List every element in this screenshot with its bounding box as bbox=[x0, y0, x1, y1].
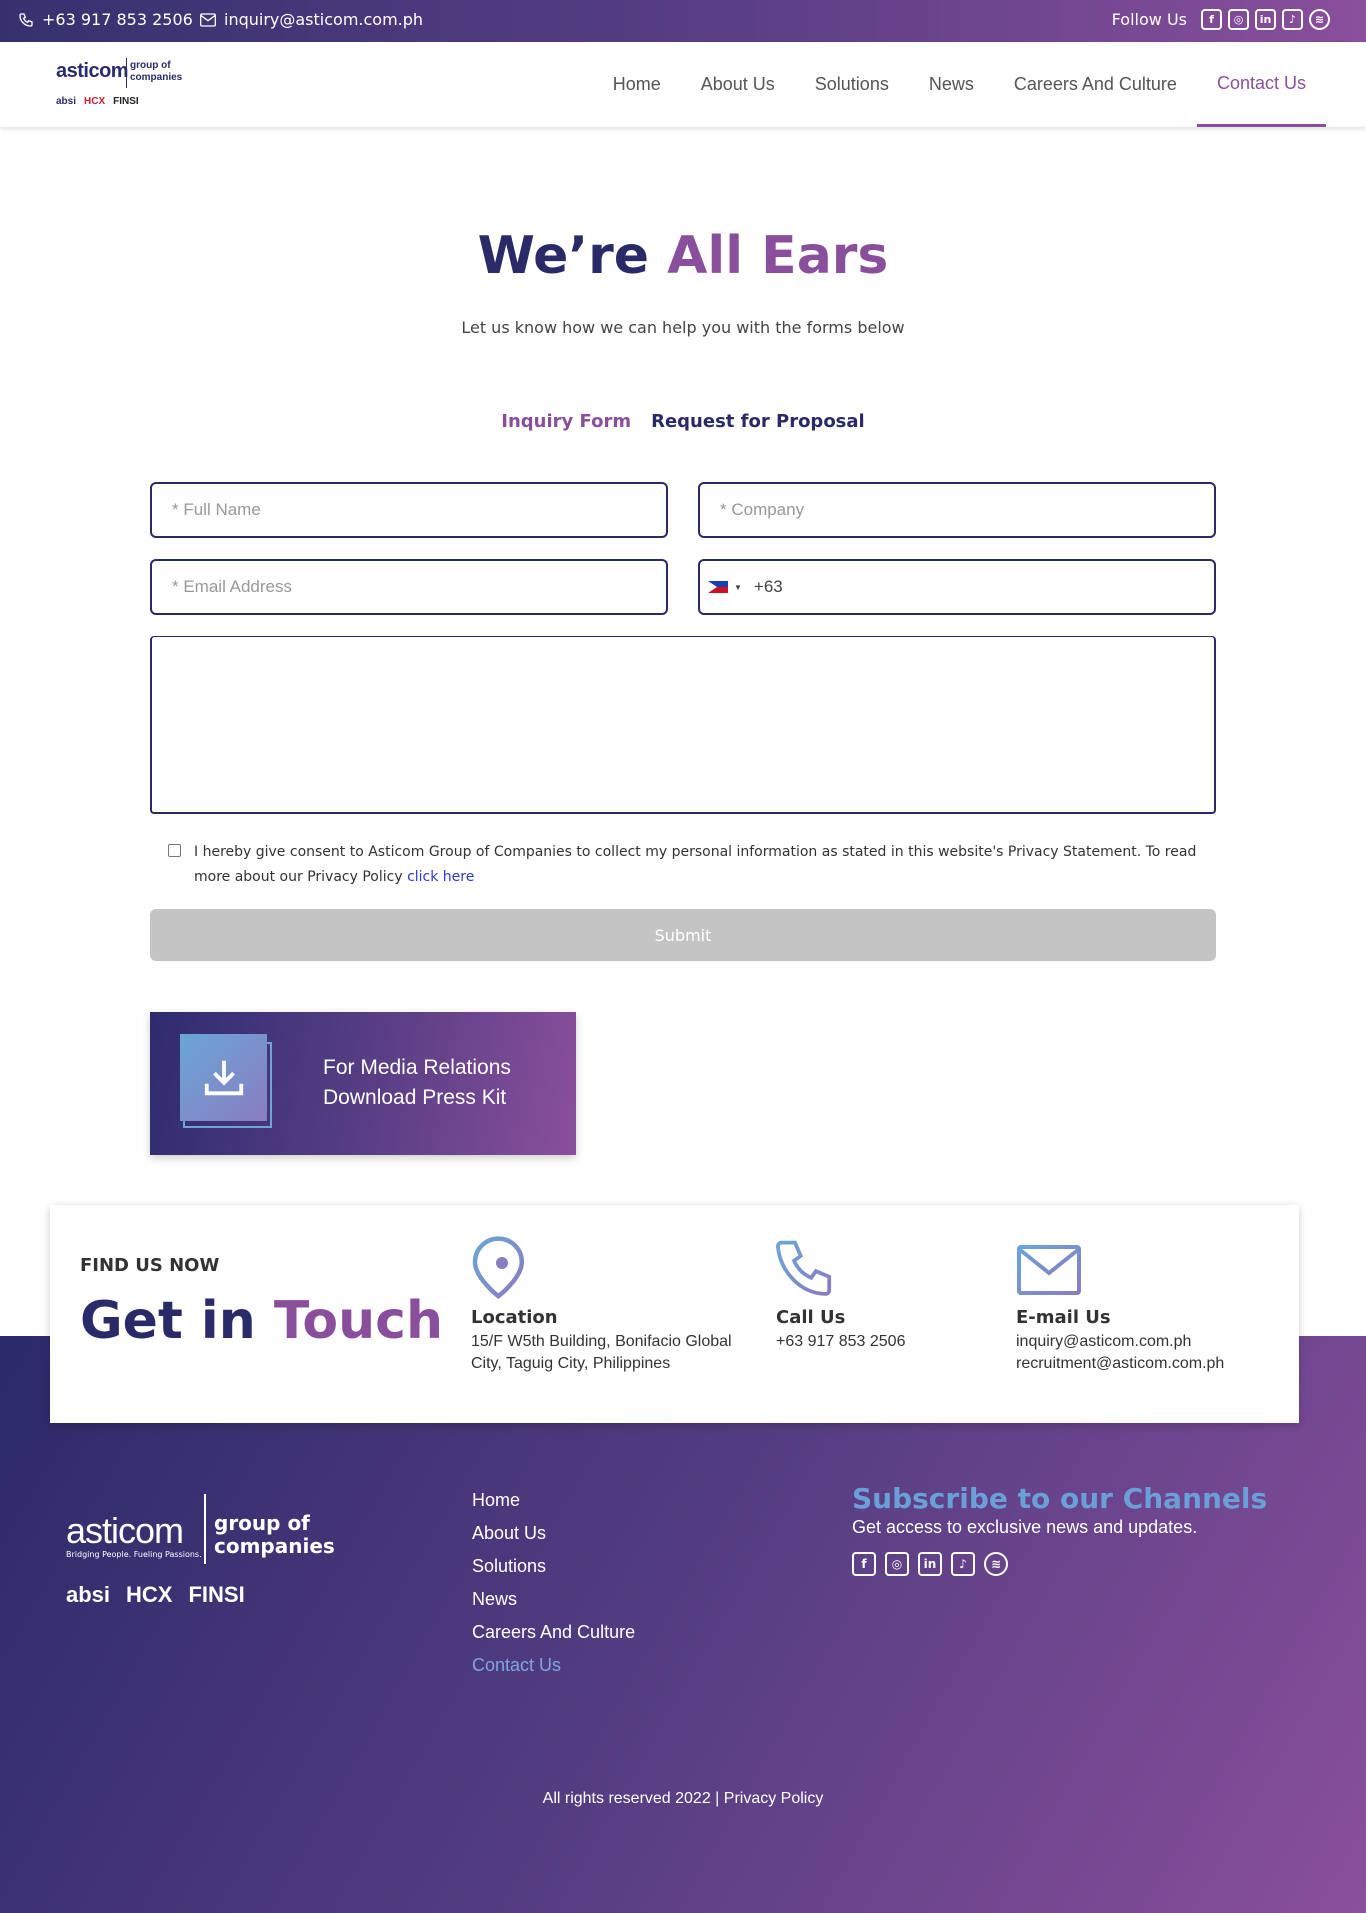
phone-code: +63 bbox=[753, 577, 783, 596]
top-bar: +63 917 853 2506 inquiry@asticom.com.ph … bbox=[0, 0, 1366, 42]
nav-careers[interactable]: Careers And Culture bbox=[994, 42, 1197, 127]
location-value: 15/F W5th Building, Bonifacio Global Cit… bbox=[471, 1333, 732, 1372]
chevron-down-icon[interactable]: ▼ bbox=[734, 583, 742, 592]
main-nav: asticom group of companies absi HCX FINS… bbox=[0, 42, 1366, 127]
subscribe-icons: f ◎ in ♪ ≋ bbox=[852, 1552, 1267, 1576]
footer-logo-group: group of companies bbox=[214, 1511, 335, 1558]
footer-logo-divider bbox=[204, 1494, 206, 1564]
press-kit-banner[interactable]: For Media Relations Download Press Kit bbox=[150, 1012, 576, 1155]
inquiry-email[interactable]: inquiry@asticom.com.ph bbox=[1016, 1331, 1276, 1353]
footer-logo-tagline: Bridging People. Fueling Passions. bbox=[66, 1550, 202, 1559]
find-us-kicker: FIND US NOW bbox=[80, 1255, 220, 1276]
facebook-icon[interactable]: f bbox=[852, 1552, 876, 1576]
phone-icon bbox=[776, 1240, 832, 1296]
get-in-touch-title: Get in Touch bbox=[80, 1291, 444, 1351]
topbar-phone-text: +63 917 853 2506 bbox=[42, 10, 193, 29]
email-input[interactable]: * Email Address bbox=[150, 559, 668, 615]
logo-divider bbox=[126, 58, 127, 88]
footer-link-contact-us[interactable]: Contact Us bbox=[472, 1655, 635, 1676]
absi-logo: absi bbox=[66, 1582, 111, 1607]
topbar-email[interactable]: inquiry@asticom.com.ph bbox=[200, 10, 423, 29]
mail-icon bbox=[200, 12, 216, 27]
call-title: Call Us bbox=[776, 1307, 846, 1328]
page-title: We’re All Ears bbox=[477, 226, 889, 286]
footer-link-home[interactable]: Home bbox=[472, 1490, 635, 1511]
facebook-icon[interactable]: f bbox=[1201, 9, 1222, 30]
follow-label: Follow Us bbox=[1111, 10, 1187, 29]
linkedin-icon[interactable]: in bbox=[918, 1552, 942, 1576]
nav-links: Home About Us Solutions News Careers And… bbox=[593, 42, 1326, 127]
absi-logo: absi bbox=[56, 96, 77, 107]
consent-text: I hereby give consent to Asticom Group o… bbox=[194, 844, 1197, 885]
press-kit-text: For Media Relations Download Press Kit bbox=[323, 1056, 511, 1109]
footer-logo-word: asticom bbox=[66, 1510, 184, 1551]
mail-icon bbox=[1017, 1245, 1081, 1295]
location-title: Location bbox=[471, 1307, 558, 1328]
form-tabs: Inquiry Form Request for Proposal bbox=[0, 411, 1366, 432]
logo-group-text: group of companies bbox=[130, 60, 183, 83]
email-block: E-mail Us inquiry@asticom.com.ph recruit… bbox=[1016, 1235, 1276, 1375]
footer-logo[interactable]: asticom Bridging People. Fueling Passion… bbox=[66, 1494, 336, 1614]
call-block: Call Us +63 917 853 2506 bbox=[776, 1235, 976, 1353]
copyright: All rights reserved 2022 | Privacy Polic… bbox=[542, 1790, 824, 1807]
nav-news[interactable]: News bbox=[909, 42, 994, 127]
message-textarea[interactable] bbox=[150, 636, 1216, 814]
logo-word: asticom bbox=[56, 60, 129, 82]
hcx-logo: HCX bbox=[84, 96, 106, 107]
logo-subsidiaries: absi HCX FINSI bbox=[56, 96, 139, 107]
page-subtitle: Let us know how we can help you with the… bbox=[461, 318, 905, 337]
location-pin-icon bbox=[472, 1236, 525, 1300]
privacy-link[interactable]: click here bbox=[407, 869, 474, 885]
consent-checkbox[interactable] bbox=[168, 844, 181, 857]
philippines-flag-icon[interactable] bbox=[708, 581, 728, 593]
spotify-icon[interactable]: ≋ bbox=[1309, 9, 1330, 30]
tiktok-icon[interactable]: ♪ bbox=[951, 1552, 975, 1576]
footer-link-news[interactable]: News bbox=[472, 1589, 635, 1610]
instagram-icon[interactable]: ◎ bbox=[885, 1552, 909, 1576]
email-title: E-mail Us bbox=[1016, 1307, 1111, 1328]
follow-us: Follow Us f ◎ in ♪ ≋ bbox=[1112, 9, 1330, 30]
subscribe-title: Subscribe to our Channels bbox=[852, 1482, 1268, 1515]
hcx-logo: HCX bbox=[126, 1582, 173, 1607]
tiktok-icon[interactable]: ♪ bbox=[1282, 9, 1303, 30]
recruitment-email[interactable]: recruitment@asticom.com.ph bbox=[1016, 1353, 1276, 1375]
company-input[interactable]: * Company bbox=[698, 482, 1216, 538]
footer-subsidiaries: absi HCX FINSI bbox=[66, 1582, 245, 1608]
email-values: inquiry@asticom.com.ph recruitment@astic… bbox=[1016, 1331, 1276, 1375]
footer-links: Home About Us Solutions News Careers And… bbox=[472, 1490, 635, 1676]
nav-about-us[interactable]: About Us bbox=[681, 42, 795, 127]
get-in-touch-card: FIND US NOW Get in Touch Location 15/F W… bbox=[50, 1205, 1299, 1423]
topbar-phone[interactable]: +63 917 853 2506 bbox=[18, 10, 193, 29]
nav-contact-us[interactable]: Contact Us bbox=[1196, 42, 1326, 127]
download-icon bbox=[180, 1034, 267, 1121]
subscribe-block: Subscribe to our Channels Get access to … bbox=[852, 1482, 1267, 1576]
finsi-logo: FINSI bbox=[113, 96, 139, 107]
finsi-logo: FINSI bbox=[188, 1582, 245, 1607]
tab-request-for-proposal[interactable]: Request for Proposal bbox=[651, 411, 865, 432]
call-value[interactable]: +63 917 853 2506 bbox=[776, 1331, 976, 1353]
consent-row: I hereby give consent to Asticom Group o… bbox=[168, 840, 1208, 890]
nav-home[interactable]: Home bbox=[593, 42, 681, 127]
nav-solutions[interactable]: Solutions bbox=[795, 42, 909, 127]
spotify-icon[interactable]: ≋ bbox=[984, 1552, 1008, 1576]
phone-input[interactable]: ▼ +63 bbox=[698, 559, 1216, 615]
footer-link-about-us[interactable]: About Us bbox=[472, 1523, 635, 1544]
subscribe-text: Get access to exclusive news and updates… bbox=[852, 1517, 1198, 1537]
full-name-input[interactable]: * Full Name bbox=[150, 482, 668, 538]
phone-icon bbox=[19, 12, 33, 27]
tab-inquiry-form[interactable]: Inquiry Form bbox=[501, 411, 631, 432]
instagram-icon[interactable]: ◎ bbox=[1228, 9, 1249, 30]
asticom-logo[interactable]: asticom group of companies absi HCX FINS… bbox=[56, 54, 191, 114]
linkedin-icon[interactable]: in bbox=[1255, 9, 1276, 30]
footer-link-careers[interactable]: Careers And Culture bbox=[472, 1622, 635, 1643]
topbar-email-text: inquiry@asticom.com.ph bbox=[224, 10, 424, 29]
footer-link-solutions[interactable]: Solutions bbox=[472, 1556, 635, 1577]
location-block: Location 15/F W5th Building, Bonifacio G… bbox=[471, 1235, 761, 1375]
submit-button[interactable]: Submit bbox=[150, 909, 1216, 961]
